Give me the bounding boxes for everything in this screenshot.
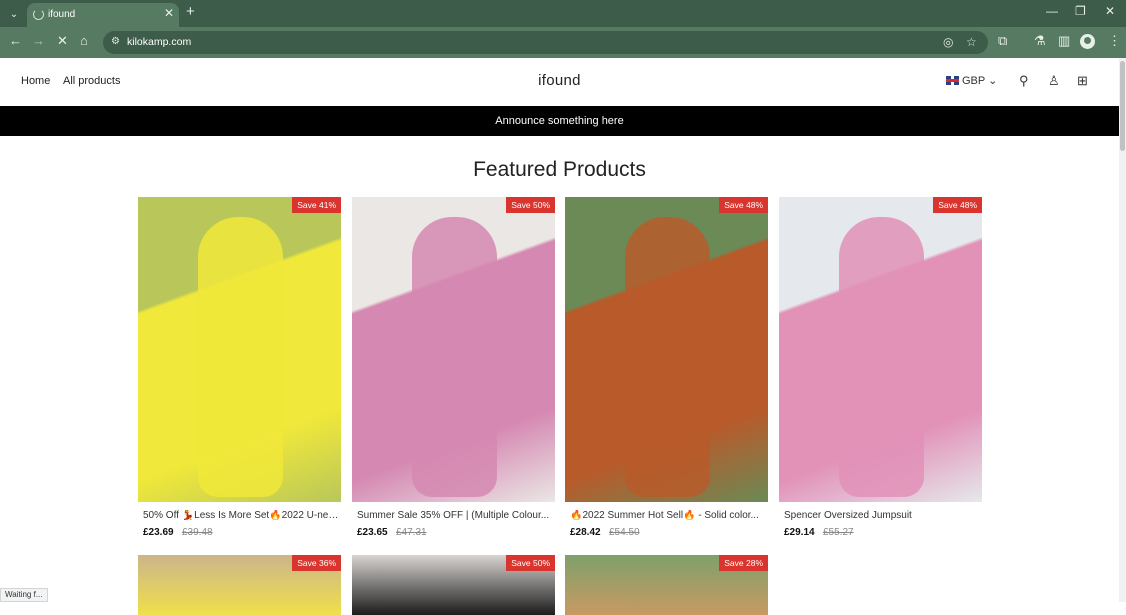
back-icon[interactable]: ← (9, 33, 22, 48)
side-panel-icon[interactable]: ▥ (1058, 33, 1070, 49)
product-title[interactable]: 50% Off 💃Less Is More Set🔥2022 U-nec... (143, 510, 339, 521)
product-price: £29.14 (784, 527, 815, 538)
sale-badge: Save 48% (933, 197, 982, 213)
compare-at-price: £39.48 (182, 527, 213, 538)
site-info-icon[interactable]: ⚙ (111, 36, 120, 47)
product-card[interactable]: Save 36% (138, 555, 341, 615)
tab-search-chevron-icon[interactable]: ⌄ (5, 5, 23, 23)
stop-loading-icon[interactable]: ✕ (57, 33, 68, 49)
scroll-thumb[interactable] (1120, 61, 1125, 151)
product-image[interactable]: Save 50% (352, 197, 555, 502)
restore-icon[interactable]: ❐ (1075, 4, 1086, 18)
product-image[interactable]: Save 48% (565, 197, 768, 502)
loading-spinner-icon (33, 9, 44, 20)
new-tab-icon[interactable]: + (186, 3, 195, 20)
announcement-bar: Announce something here (0, 106, 1119, 136)
product-title[interactable]: Summer Sale 35% OFF | (Multiple Colour..… (357, 510, 553, 521)
site-header: Home All products ifound GBP ⌄ ⚲ ♙ ⊞ (0, 58, 1119, 106)
account-icon[interactable]: ♙ (1048, 73, 1060, 89)
product-image[interactable]: Save 48% (779, 197, 982, 502)
sale-badge: Save 50% (506, 555, 555, 571)
sale-badge: Save 48% (719, 197, 768, 213)
address-bar[interactable]: ⚙ kilokamp.com ◎ ☆ (103, 31, 988, 54)
model-figure (839, 217, 924, 497)
browser-toolbar: ← → ✕ ⌂ ⚙ kilokamp.com ◎ ☆ ⧉ ⚗ ▥ ⋮ (0, 27, 1126, 58)
sale-badge: Save 50% (506, 197, 555, 213)
sale-badge: Save 36% (292, 555, 341, 571)
status-bubble: Waiting f... (0, 588, 48, 602)
currency-selector[interactable]: GBP ⌄ (946, 74, 997, 87)
profile-avatar[interactable] (1080, 34, 1095, 49)
tab-title: ifound (48, 9, 76, 20)
model-figure (198, 217, 283, 497)
model-figure (625, 217, 710, 497)
browser-tab-strip: ⌄ ifound ✕ + — ❐ ✕ (0, 0, 1126, 27)
product-price: £28.42 (570, 527, 601, 538)
menu-kebab-icon[interactable]: ⋮ (1108, 33, 1121, 49)
product-title[interactable]: Spencer Oversized Jumpsuit (784, 510, 980, 521)
product-price: £23.65 (357, 527, 388, 538)
product-card[interactable]: Save 28% (565, 555, 768, 615)
extensions-icon[interactable]: ⧉ (998, 33, 1007, 49)
sale-badge: Save 28% (719, 555, 768, 571)
uk-flag-icon (946, 76, 959, 85)
labs-icon[interactable]: ⚗ (1034, 33, 1046, 49)
window-close-icon[interactable]: ✕ (1105, 4, 1115, 18)
close-tab-icon[interactable]: ✕ (164, 6, 174, 20)
model-figure (412, 217, 497, 497)
chevron-down-icon: ⌄ (985, 75, 998, 87)
compare-at-price: £54.50 (609, 527, 640, 538)
eye-off-icon[interactable]: ◎ (943, 35, 953, 49)
browser-tab[interactable]: ifound ✕ (27, 3, 179, 27)
compare-at-price: £55.27 (823, 527, 854, 538)
product-image[interactable]: Save 41% (138, 197, 341, 502)
forward-icon[interactable]: → (32, 33, 45, 48)
home-icon[interactable]: ⌂ (80, 33, 88, 48)
product-card[interactable]: Save 50% (352, 555, 555, 615)
bookmark-star-icon[interactable]: ☆ (966, 35, 977, 49)
currency-code: GBP (962, 75, 986, 87)
sale-badge: Save 41% (292, 197, 341, 213)
section-title: Featured Products (473, 158, 646, 181)
product-title[interactable]: 🔥2022 Summer Hot Sell🔥 - Solid color... (570, 510, 766, 521)
product-price: £23.69 (143, 527, 174, 538)
cart-icon[interactable]: ⊞ (1077, 73, 1088, 89)
minimize-icon[interactable]: — (1046, 4, 1058, 18)
search-icon[interactable]: ⚲ (1019, 73, 1029, 89)
url-text[interactable]: kilokamp.com (127, 36, 191, 48)
page-scrollbar[interactable] (1119, 58, 1126, 602)
compare-at-price: £47.31 (396, 527, 427, 538)
